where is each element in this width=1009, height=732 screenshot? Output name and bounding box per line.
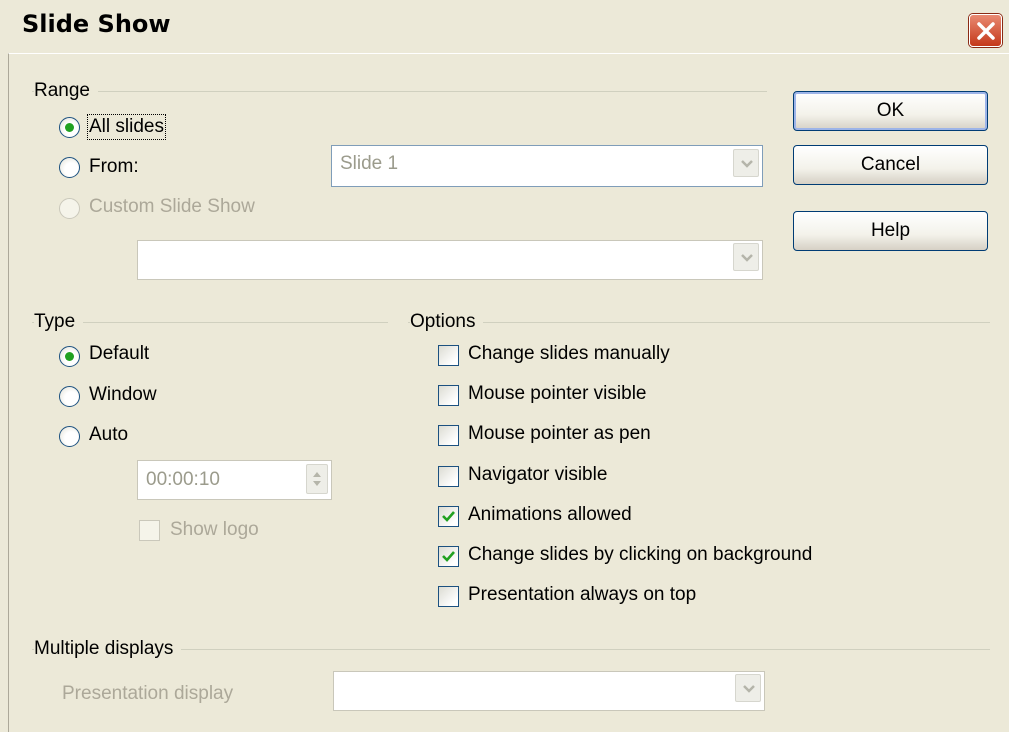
option-label[interactable]: Mouse pointer as pen — [468, 423, 651, 445]
checkmark-icon — [442, 511, 455, 522]
option-checkbox[interactable] — [438, 385, 459, 406]
type-heading: Type — [34, 311, 84, 333]
auto-duration-spinner[interactable]: 00:00:10 — [137, 460, 332, 500]
option-checkbox[interactable] — [438, 546, 459, 567]
from-label[interactable]: From: — [89, 156, 139, 178]
option-checkbox[interactable] — [438, 586, 459, 607]
type-default-radio[interactable] — [59, 346, 80, 367]
custom-slide-show-select[interactable] — [137, 240, 763, 280]
custom-slide-show-dropdown-button[interactable] — [733, 243, 759, 271]
all-slides-radio[interactable] — [59, 117, 80, 138]
custom-slide-show-label[interactable]: Custom Slide Show — [89, 196, 255, 218]
chevron-down-icon — [743, 685, 755, 693]
multiple-displays-heading: Multiple displays — [34, 638, 182, 660]
spin-arrows-icon — [313, 472, 321, 486]
type-auto-label[interactable]: Auto — [89, 424, 128, 446]
from-slide-dropdown-button[interactable] — [733, 149, 759, 177]
presentation-display-label: Presentation display — [62, 683, 234, 704]
auto-duration-value: 00:00:10 — [146, 469, 220, 490]
checkmark-icon — [442, 551, 455, 562]
from-slide-select[interactable]: Slide 1 — [331, 145, 763, 187]
close-button[interactable] — [969, 14, 1002, 47]
option-checkbox[interactable] — [438, 345, 459, 366]
range-heading: Range — [34, 80, 98, 102]
type-auto-radio[interactable] — [59, 426, 80, 447]
help-button[interactable]: Help — [793, 211, 988, 251]
from-radio[interactable] — [59, 157, 80, 178]
type-separator — [32, 322, 388, 323]
title-bar: Slide Show — [0, 0, 1009, 52]
ok-button[interactable]: OK — [793, 91, 988, 131]
type-window-label[interactable]: Window — [89, 384, 157, 406]
from-slide-value: Slide 1 — [340, 153, 399, 174]
show-logo-label[interactable]: Show logo — [170, 519, 259, 541]
options-separator — [408, 322, 990, 323]
cancel-button[interactable]: Cancel — [793, 145, 988, 185]
options-heading: Options — [410, 311, 484, 333]
option-label[interactable]: Animations allowed — [468, 504, 632, 526]
type-window-radio[interactable] — [59, 386, 80, 407]
option-checkbox[interactable] — [438, 506, 459, 527]
spin-buttons[interactable] — [306, 464, 328, 494]
help-button-label: Help — [870, 220, 911, 241]
option-label[interactable]: Mouse pointer visible — [468, 383, 646, 405]
chevron-down-icon — [741, 254, 753, 262]
close-icon — [977, 22, 995, 40]
all-slides-label[interactable]: All slides — [87, 114, 166, 140]
option-label[interactable]: Change slides manually — [468, 343, 670, 365]
custom-slide-show-radio[interactable] — [59, 198, 80, 219]
option-label[interactable]: Change slides by clicking on background — [468, 544, 812, 566]
range-separator — [32, 91, 767, 92]
chevron-down-icon — [741, 160, 753, 168]
option-checkbox[interactable] — [438, 466, 459, 487]
option-label[interactable]: Navigator visible — [468, 464, 607, 486]
option-checkbox[interactable] — [438, 425, 459, 446]
dialog-title: Slide Show — [22, 10, 171, 38]
show-logo-checkbox[interactable] — [139, 520, 160, 541]
option-label[interactable]: Presentation always on top — [468, 584, 696, 606]
type-default-label[interactable]: Default — [89, 343, 149, 365]
presentation-display-select[interactable] — [333, 671, 765, 711]
presentation-display-dropdown-button[interactable] — [735, 674, 761, 702]
